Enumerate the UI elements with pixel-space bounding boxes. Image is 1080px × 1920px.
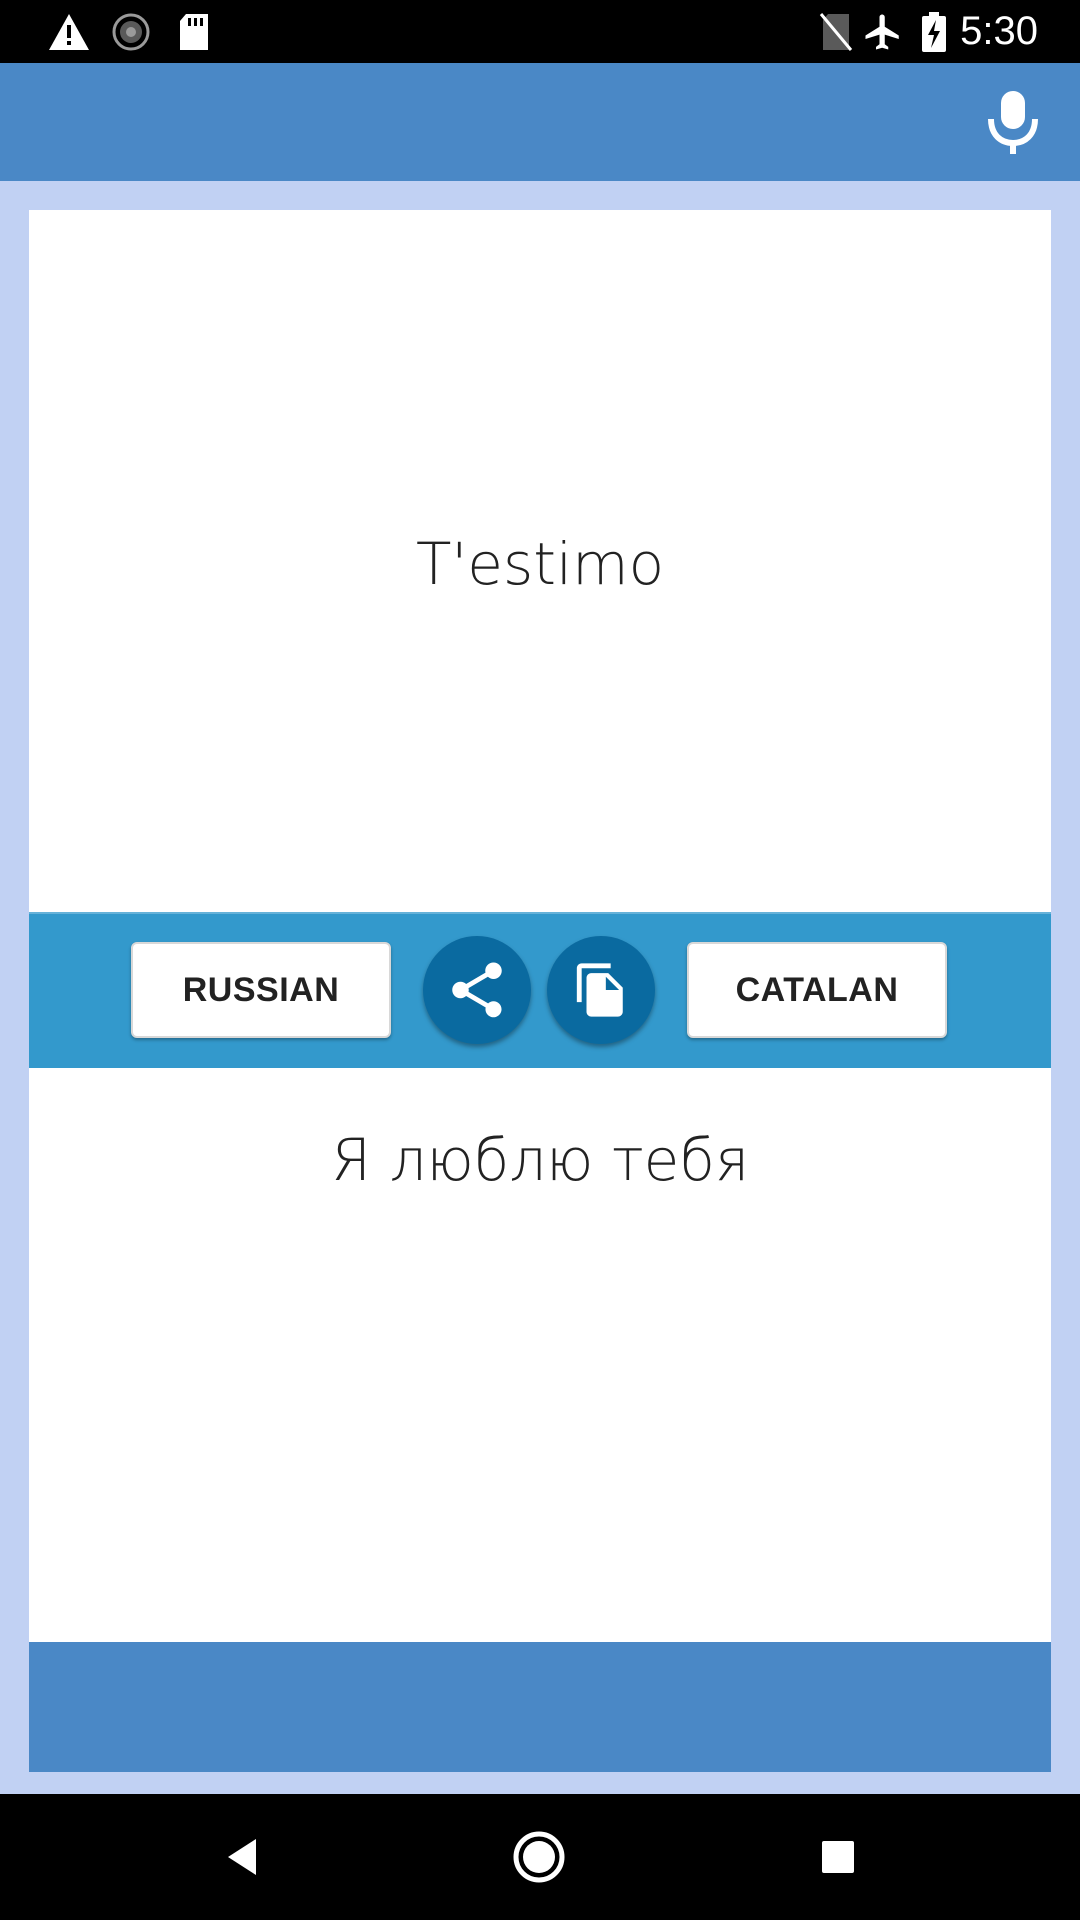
bottom-banner [29, 1642, 1051, 1772]
back-button[interactable] [182, 1794, 302, 1920]
app-bar [0, 63, 1080, 181]
source-language-button[interactable]: RUSSIAN [131, 942, 391, 1038]
no-sim-icon [816, 0, 856, 63]
mic-button[interactable] [974, 83, 1052, 161]
translation-text-panel[interactable]: Я люблю тебя [29, 1068, 1051, 1642]
warning-icon [44, 0, 94, 63]
translated-text: Я люблю тебя [330, 1126, 750, 1194]
sync-icon [108, 0, 154, 63]
sd-card-icon [174, 0, 214, 63]
mic-icon [988, 91, 1038, 154]
copy-button[interactable] [547, 936, 655, 1044]
navigation-bar [0, 1794, 1080, 1920]
target-language-button[interactable]: CATALAN [687, 942, 947, 1038]
source-text-panel[interactable]: T'estimo [29, 210, 1051, 912]
share-icon [452, 962, 502, 1018]
home-icon [513, 1831, 565, 1883]
back-icon [228, 1839, 256, 1875]
copy-icon [576, 963, 623, 1017]
share-button[interactable] [423, 936, 531, 1044]
battery-charging-icon [918, 0, 950, 63]
status-time: 5:30 [960, 9, 1038, 53]
status-bar: 5:30 [0, 0, 1080, 63]
home-button[interactable] [479, 1794, 599, 1920]
language-toolbar: RUSSIAN CATALAN [29, 912, 1051, 1068]
recents-button[interactable] [778, 1794, 898, 1920]
recents-icon [822, 1841, 854, 1873]
source-text: T'estimo [415, 530, 665, 598]
airplane-icon [860, 0, 906, 63]
